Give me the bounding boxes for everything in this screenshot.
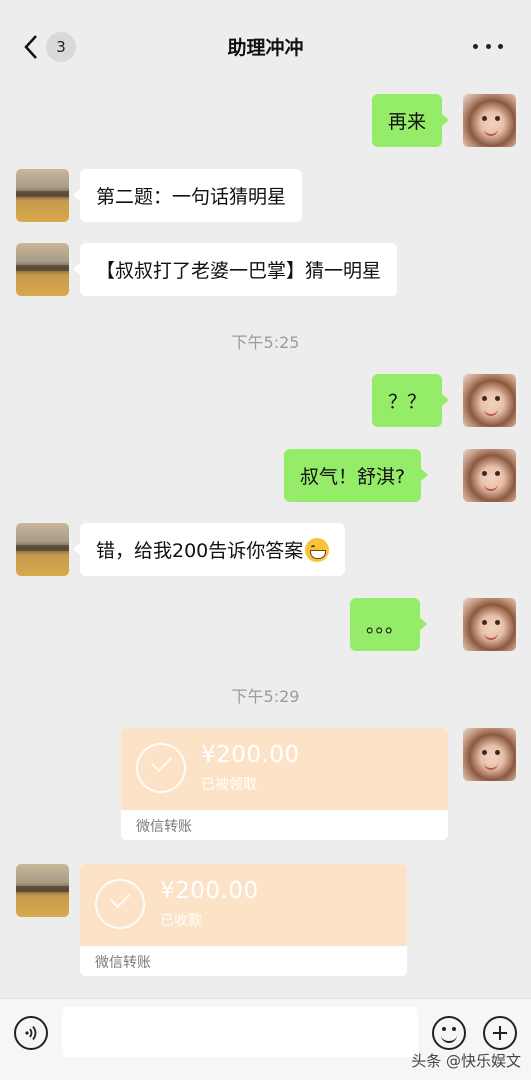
more-dot-icon [473, 43, 478, 49]
more-button[interactable] [473, 36, 503, 56]
plus-button[interactable] [483, 1016, 517, 1050]
my-avatar[interactable] [463, 449, 516, 502]
message-text: 第二题：一句话猜明星 [96, 186, 287, 208]
message-bubble-theirs[interactable]: 【叔叔打了老婆一巴掌】猜一明星 [72, 243, 398, 296]
emoji-button[interactable] [432, 1016, 466, 1050]
checkmark-icon [95, 879, 145, 929]
contact-avatar[interactable] [16, 864, 69, 917]
grin-emoji-icon [305, 537, 330, 562]
transfer-status: 已收款 [160, 913, 202, 929]
contact-avatar[interactable] [16, 523, 69, 576]
my-avatar[interactable] [463, 728, 516, 781]
more-dot-icon [485, 43, 491, 49]
chat-header: 3 助理冲冲 [0, 0, 531, 92]
my-avatar[interactable] [463, 94, 516, 147]
transfer-label: 微信转账 [136, 819, 192, 835]
transfer-amount: ¥200.00 [201, 742, 300, 768]
message-text: ？？ [388, 391, 427, 413]
message-text: 【叔叔打了老婆一巴掌】猜一明星 [96, 260, 382, 282]
message-bubble-theirs[interactable]: 错，给我200告诉你答案 [72, 523, 346, 576]
contact-avatar[interactable] [16, 243, 69, 296]
message-text: 错，给我200告诉你答案 [96, 540, 304, 562]
timestamp: 下午5:25 [231, 333, 300, 352]
checkmark-icon [136, 743, 186, 793]
transfer-status: 已被领取 [201, 777, 257, 793]
message-bubble-mine[interactable]: ？？ [372, 374, 450, 427]
more-dot-icon [498, 43, 503, 49]
transfer-label: 微信转账 [95, 955, 151, 971]
message-text: 叔气！舒淇? [300, 466, 406, 488]
my-avatar[interactable] [463, 598, 516, 651]
contact-avatar[interactable] [16, 169, 69, 222]
voice-icon [25, 1025, 37, 1041]
voice-button[interactable] [14, 1016, 48, 1050]
message-bubble-mine[interactable]: 叔气！舒淇? [284, 449, 429, 502]
message-input[interactable] [62, 1007, 418, 1057]
transfer-card-sent[interactable]: ¥200.00 已被领取 微信转账 [121, 728, 448, 840]
transfer-card-received[interactable]: ¥200.00 已收款 微信转账 [80, 864, 407, 976]
transfer-amount: ¥200.00 [160, 878, 259, 904]
message-bubble-mine[interactable]: 。。。 [350, 598, 428, 651]
chat-title: 助理冲冲 [227, 37, 304, 59]
message-text: 再来 [388, 111, 427, 133]
message-bubble-theirs[interactable]: 第二题：一句话猜明星 [72, 169, 303, 222]
message-text: 。。。 [366, 615, 405, 637]
message-bubble-mine[interactable]: 再来 [372, 94, 450, 147]
watermark: 头条 @快乐娱文 [411, 1052, 521, 1070]
timestamp: 下午5:29 [231, 687, 300, 706]
my-avatar[interactable] [463, 374, 516, 427]
